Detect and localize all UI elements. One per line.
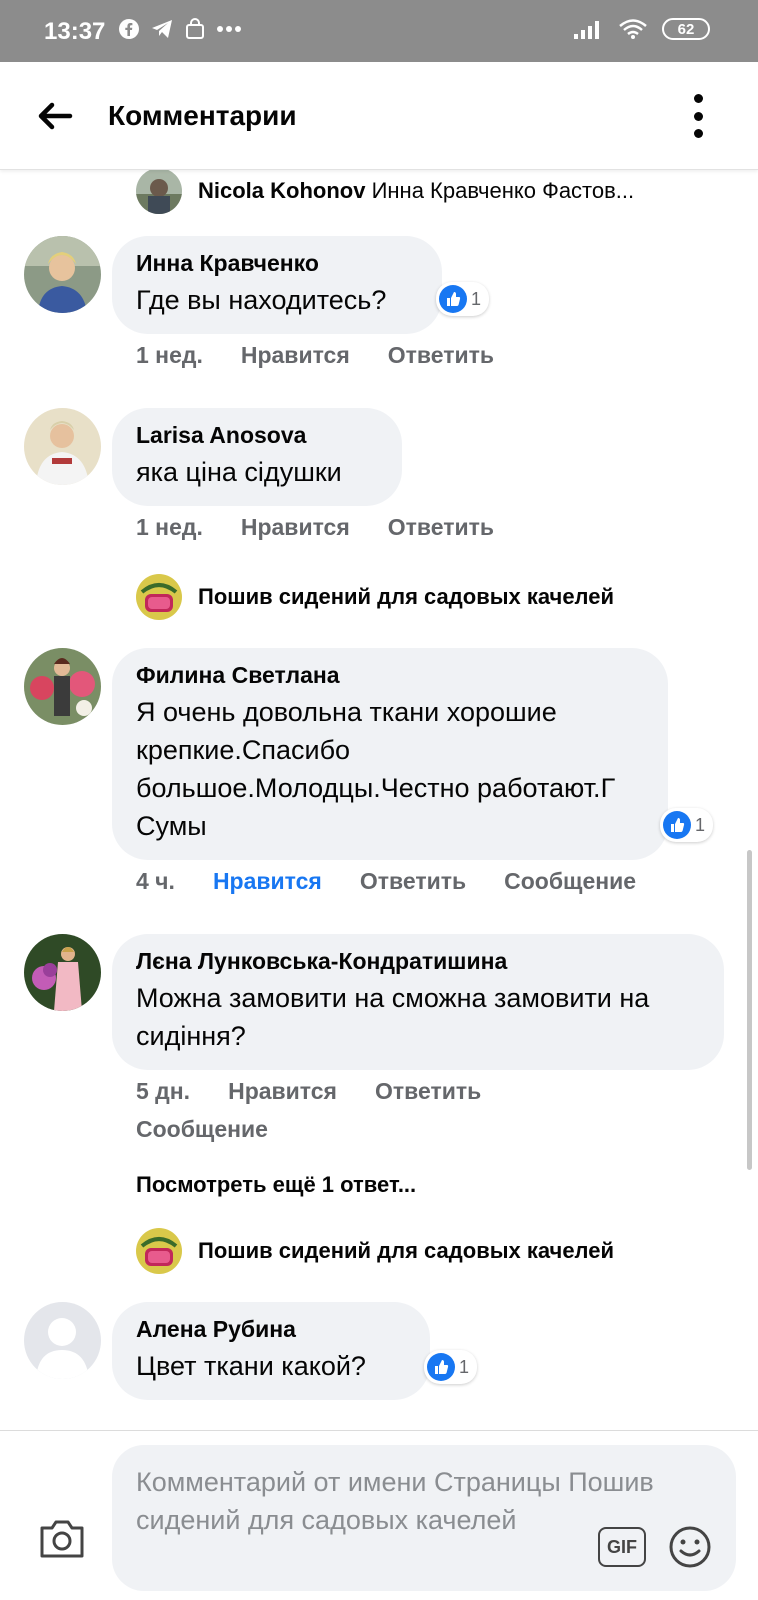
view-more-replies-link[interactable]: Посмотреть ещё 1 ответ...: [136, 1172, 416, 1198]
reaction-count[interactable]: 1: [660, 808, 714, 842]
comments-list[interactable]: Nicola Kohonov Инна Кравченко Фастов... …: [0, 170, 758, 1430]
reaction-number: 1: [695, 814, 706, 835]
reaction-number: 1: [459, 1356, 470, 1377]
more-options-icon[interactable]: [688, 94, 708, 138]
comment-author[interactable]: Лєна Лунковська-Кондратишина: [136, 948, 700, 975]
avatar[interactable]: [24, 1302, 101, 1379]
comment-author[interactable]: Инна Кравченко: [136, 250, 418, 277]
clock: 13:37: [44, 18, 106, 45]
thumbs-up-icon: [663, 811, 691, 839]
comment-bubble[interactable]: Larisa Anosova яка ціна сідушки: [112, 408, 402, 506]
page-name[interactable]: Пошив сидений для садовых качелей: [198, 1238, 614, 1264]
like-button[interactable]: Нравится: [241, 342, 350, 369]
comment-actions: 1 нед. Нравится Ответить: [136, 514, 494, 541]
avatar[interactable]: [24, 408, 101, 485]
avatar[interactable]: [24, 934, 101, 1011]
comment-actions: 1 нед. Нравится Ответить: [136, 342, 494, 369]
comment-time: 5 дн.: [136, 1078, 191, 1104]
comment-actions: 4 ч. Нравится Ответить Сообщение: [136, 868, 636, 895]
comment-text: Цвет ткани какой?: [136, 1351, 366, 1381]
system-icons: 62: [574, 18, 710, 40]
comment-time: 1 нед.: [136, 514, 203, 540]
comment-actions-extra: Сообщение: [136, 1116, 268, 1143]
page-reply-preview[interactable]: Пошив сидений для садовых качелей: [136, 1228, 614, 1274]
message-button[interactable]: Сообщение: [504, 868, 636, 895]
reaction-number: 1: [471, 288, 482, 309]
notification-icons: [118, 18, 242, 40]
avatar[interactable]: [24, 648, 101, 725]
comment-input[interactable]: Комментарий от имени Страницы Пошив сиде…: [112, 1445, 736, 1591]
emoji-icon[interactable]: [668, 1525, 712, 1569]
battery-indicator: 62: [662, 18, 710, 40]
page-title: Комментарии: [108, 100, 297, 131]
page-avatar[interactable]: [136, 1228, 182, 1274]
comment-time: 1 нед.: [136, 342, 203, 368]
reply-preview[interactable]: Nicola Kohonov Инна Кравченко Фастов...: [136, 170, 634, 214]
comment-time: 4 ч.: [136, 868, 175, 894]
shopping-bag-icon: [186, 18, 204, 39]
camera-icon[interactable]: [38, 1516, 86, 1560]
message-button[interactable]: Сообщение: [136, 1116, 268, 1143]
reply-button[interactable]: Ответить: [375, 1078, 481, 1105]
status-bar: 13:37 62: [0, 0, 758, 62]
page-name[interactable]: Пошив сидений для садовых качелей: [198, 584, 614, 610]
reaction-count[interactable]: 1: [436, 282, 490, 316]
reply-author[interactable]: Nicola Kohonov: [198, 178, 365, 203]
comment-text: Где вы находитесь?: [136, 285, 387, 315]
telegram-icon: [152, 20, 172, 38]
comment-bubble[interactable]: Алена Рубина Цвет ткани какой?: [112, 1302, 430, 1400]
facebook-icon: [119, 19, 139, 39]
page-avatar[interactable]: [136, 574, 182, 620]
avatar[interactable]: [136, 170, 182, 214]
gif-button[interactable]: GIF: [598, 1527, 646, 1567]
comment-author[interactable]: Алена Рубина: [136, 1316, 406, 1343]
wifi-icon: [619, 19, 647, 39]
reply-button[interactable]: Ответить: [388, 514, 494, 541]
comment-text: Можна замовити на сможна замовити на сид…: [136, 983, 650, 1051]
comment-text: Я очень довольна ткани хорошие крепкие.С…: [136, 697, 616, 841]
page-reply-preview[interactable]: Пошив сидений для садовых качелей: [136, 574, 614, 620]
app-bar: Комментарии: [0, 62, 758, 170]
comment-author[interactable]: Larisa Anosova: [136, 422, 378, 449]
reply-snippet: Инна Кравченко Фастов...: [371, 178, 635, 203]
back-arrow-icon[interactable]: [34, 96, 74, 136]
scrollbar[interactable]: [747, 850, 752, 1170]
reply-button[interactable]: Ответить: [360, 868, 466, 895]
comment-bubble[interactable]: Филина Светлана Я очень довольна ткани х…: [112, 648, 668, 860]
like-button[interactable]: Нравится: [228, 1078, 337, 1105]
thumbs-up-icon: [427, 1353, 455, 1381]
comment-actions: 5 дн. Нравится Ответить: [136, 1078, 481, 1105]
comment-composer: Комментарий от имени Страницы Пошив сиде…: [0, 1430, 758, 1600]
more-notifications-icon: [217, 26, 241, 32]
comment-bubble[interactable]: Инна Кравченко Где вы находитесь?: [112, 236, 442, 334]
like-button[interactable]: Нравится: [213, 868, 322, 895]
reaction-count[interactable]: 1: [424, 1350, 478, 1384]
like-button[interactable]: Нравится: [241, 514, 350, 541]
comment-bubble[interactable]: Лєна Лунковська-Кондратишина Можна замов…: [112, 934, 724, 1070]
signal-icon: [574, 21, 599, 39]
comment-author[interactable]: Филина Светлана: [136, 662, 644, 689]
comment-text: яка ціна сідушки: [136, 457, 342, 487]
avatar[interactable]: [24, 236, 101, 313]
reply-button[interactable]: Ответить: [388, 342, 494, 369]
thumbs-up-icon: [439, 285, 467, 313]
